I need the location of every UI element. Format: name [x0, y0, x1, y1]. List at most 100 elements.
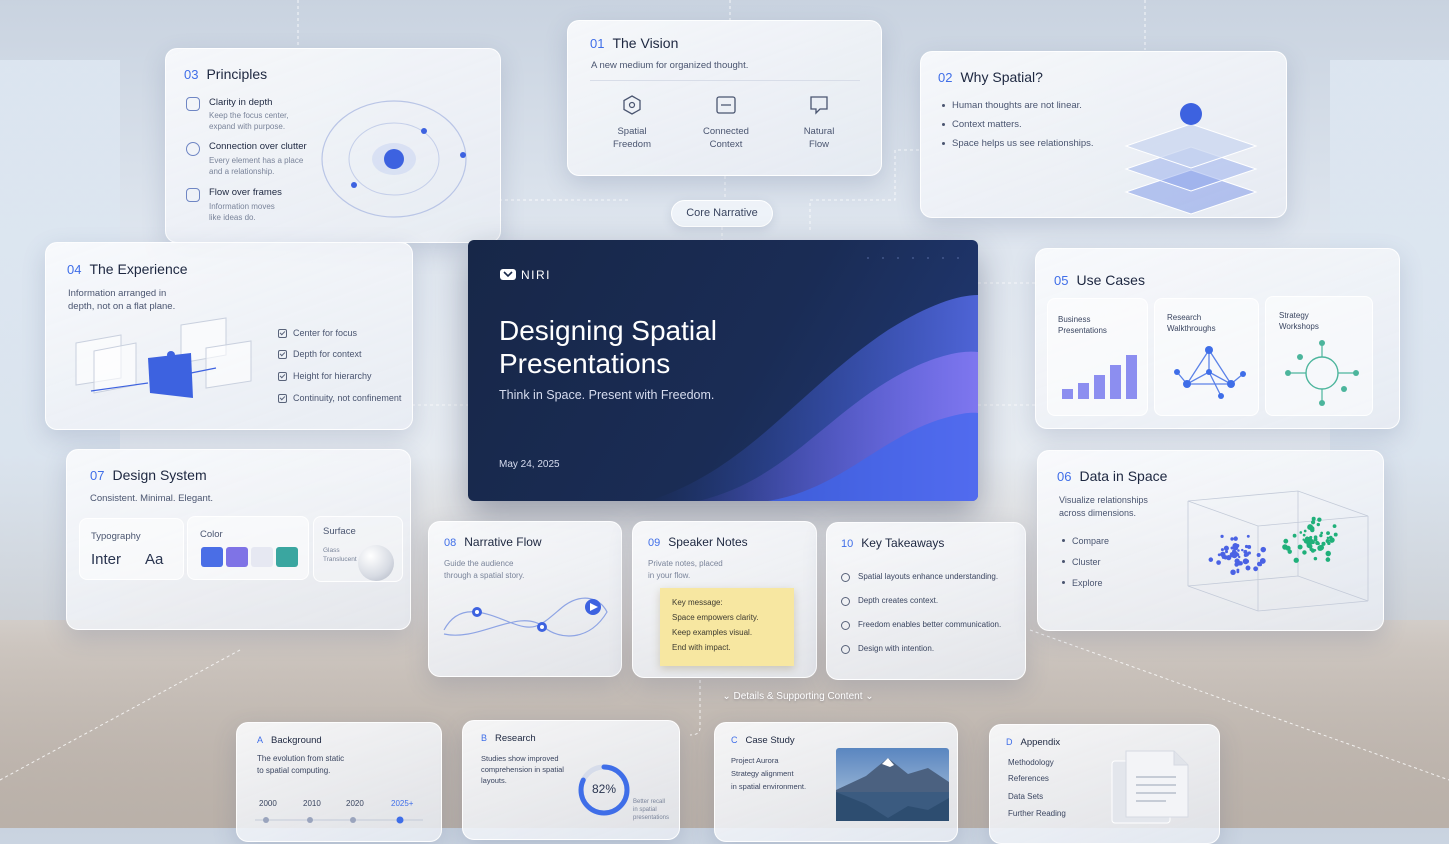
sticky-line: Space empowers clarity. — [672, 613, 759, 622]
check-item: Continuity, not confinement — [293, 393, 402, 403]
scatter-point — [1308, 544, 1313, 549]
card-desc: through a spatial story. — [444, 571, 525, 580]
scatter-point — [1316, 542, 1320, 546]
card-number: 04 — [67, 262, 82, 277]
narrative-flow-card[interactable]: 08 Narrative Flow Guide the audience thro… — [428, 521, 622, 677]
appendix-card[interactable]: D Appendix Methodology References Data Se… — [989, 724, 1220, 844]
bar-icon — [1062, 355, 1137, 399]
use-cases-card[interactable]: 05 Use Cases Business Presentations Resea… — [1035, 248, 1400, 429]
case-study-card[interactable]: C Case Study Project Aurora Strategy alig… — [714, 722, 958, 842]
research-note: Better recall — [633, 799, 666, 805]
link-box-icon — [716, 96, 736, 114]
scatter-point — [1332, 524, 1337, 529]
use-case-research[interactable]: Research Walkthroughs — [1154, 298, 1259, 416]
appendix-item[interactable]: Further Reading — [1008, 809, 1066, 819]
surface-tile[interactable]: Surface Glass Translucent — [313, 516, 403, 582]
bullet-text: Explore — [1072, 578, 1103, 588]
vision-item-label: Natural — [803, 126, 835, 137]
scatter-point — [1216, 560, 1221, 565]
research-note: in spatial — [633, 807, 657, 813]
check-item: Depth for context — [293, 349, 362, 359]
scatter-point — [1223, 555, 1228, 560]
sticky-line: Key message: — [672, 598, 723, 607]
details-toggle[interactable]: ⌄ Details & Supporting Content ⌄ — [713, 689, 883, 705]
scatter-point — [1245, 565, 1251, 571]
scatter-point — [1230, 537, 1234, 541]
scatter-point — [1326, 536, 1330, 540]
hub-icon — [1285, 340, 1359, 406]
network-icon — [186, 142, 200, 156]
card-subtitle: Consistent. Minimal. Elegant. — [90, 493, 214, 504]
bullet-text: Context matters. — [952, 119, 1022, 130]
background-card[interactable]: A Background The evolution from static to… — [236, 722, 442, 842]
flow-path-graphic — [443, 597, 608, 637]
color-swatch[interactable] — [226, 547, 248, 567]
principle-desc: expand with purpose. — [209, 122, 286, 131]
data-in-space-card[interactable]: 06 Data in Space Visualize relationships … — [1037, 450, 1384, 631]
principles-card[interactable]: 03 Principles Clarity in depth Keep the f… — [165, 48, 501, 243]
color-tile[interactable]: Color — [187, 516, 309, 580]
card-title: Background — [271, 735, 322, 746]
color-swatch[interactable] — [251, 547, 273, 567]
check-item: Center for focus — [293, 328, 358, 338]
card-number: 01 — [590, 36, 605, 51]
scatter-point — [1326, 531, 1330, 536]
sticky-note[interactable]: Key message: Space empowers clarity. Kee… — [660, 588, 794, 666]
scatter-point — [1325, 550, 1331, 557]
sticky-line: Keep examples visual. — [672, 628, 753, 637]
takeaway-item: Freedom enables better communication. — [858, 620, 1002, 629]
scatter-point — [1325, 557, 1331, 562]
typography-sample: Aa — [145, 551, 164, 568]
color-swatch[interactable] — [276, 547, 298, 567]
timeline-year: 2020 — [346, 799, 364, 808]
use-case-business[interactable]: Business Presentations — [1047, 298, 1148, 416]
card-title: Narrative Flow — [464, 535, 542, 549]
card-subtitle: A new medium for organized thought. — [591, 60, 749, 71]
key-takeaways-card[interactable]: 10 Key Takeaways Spatial layouts enhance … — [826, 522, 1026, 680]
principle-title: Clarity in depth — [209, 97, 273, 108]
scatter-point — [1259, 558, 1266, 564]
scatter-point — [1317, 545, 1324, 551]
appendix-item[interactable]: Methodology — [1008, 758, 1054, 768]
color-swatch[interactable] — [201, 547, 223, 567]
network-icon — [1174, 346, 1246, 399]
card-number: C — [731, 735, 738, 745]
why-spatial-card[interactable]: 02 Why Spatial? Human thoughts are not li… — [920, 51, 1287, 218]
scatter-point — [1303, 529, 1307, 533]
chat-bubble-icon — [810, 96, 828, 115]
core-narrative-pill[interactable]: Core Narrative — [671, 200, 773, 227]
use-case-strategy[interactable]: Strategy Workshops — [1265, 296, 1373, 416]
experience-card[interactable]: 04 The Experience Information arranged in… — [45, 242, 413, 430]
scatter-point — [1233, 552, 1238, 557]
card-title: Research — [495, 733, 536, 744]
title-slide[interactable]: NIRI Designing Spatial Presentations Thi… — [468, 240, 978, 501]
scatter-point — [1253, 566, 1259, 572]
card-desc: in your flow. — [648, 571, 691, 580]
appendix-item[interactable]: Data Sets — [1008, 792, 1043, 802]
principle-desc: like ideas do. — [209, 213, 256, 222]
speaker-notes-card[interactable]: 09 Speaker Notes Private notes, placed in… — [632, 521, 817, 678]
scatter-point — [1333, 532, 1338, 537]
card-desc: layouts. — [481, 776, 507, 785]
check-item: Height for hierarchy — [293, 371, 372, 381]
card-desc: The evolution from static — [257, 754, 345, 763]
vision-card[interactable]: 01 The Vision A new medium for organized … — [567, 20, 882, 176]
color-swatches — [201, 547, 298, 567]
sticky-line: End with impact. — [672, 643, 731, 652]
use-case-label: Walkthroughs — [1167, 324, 1216, 333]
scatter-point — [1237, 549, 1240, 552]
surface-desc: Translucent — [323, 556, 357, 563]
use-case-label: Strategy — [1279, 311, 1309, 320]
design-system-card[interactable]: 07 Design System Consistent. Minimal. Ele… — [66, 449, 411, 630]
scatter-point — [1245, 559, 1250, 564]
research-card[interactable]: B Research Studies show improved comprehe… — [462, 720, 680, 840]
scatter-point — [1311, 540, 1315, 545]
use-case-label: Research — [1167, 313, 1202, 322]
bullet-text: Compare — [1072, 536, 1110, 546]
appendix-item[interactable]: References — [1008, 774, 1049, 784]
typography-tile[interactable]: Typography Inter Aa — [79, 518, 184, 580]
scatter-point — [1304, 536, 1310, 542]
document-icon — [1111, 750, 1189, 824]
vision-item-label: Context — [709, 139, 743, 150]
card-desc: Private notes, placed — [648, 559, 723, 568]
